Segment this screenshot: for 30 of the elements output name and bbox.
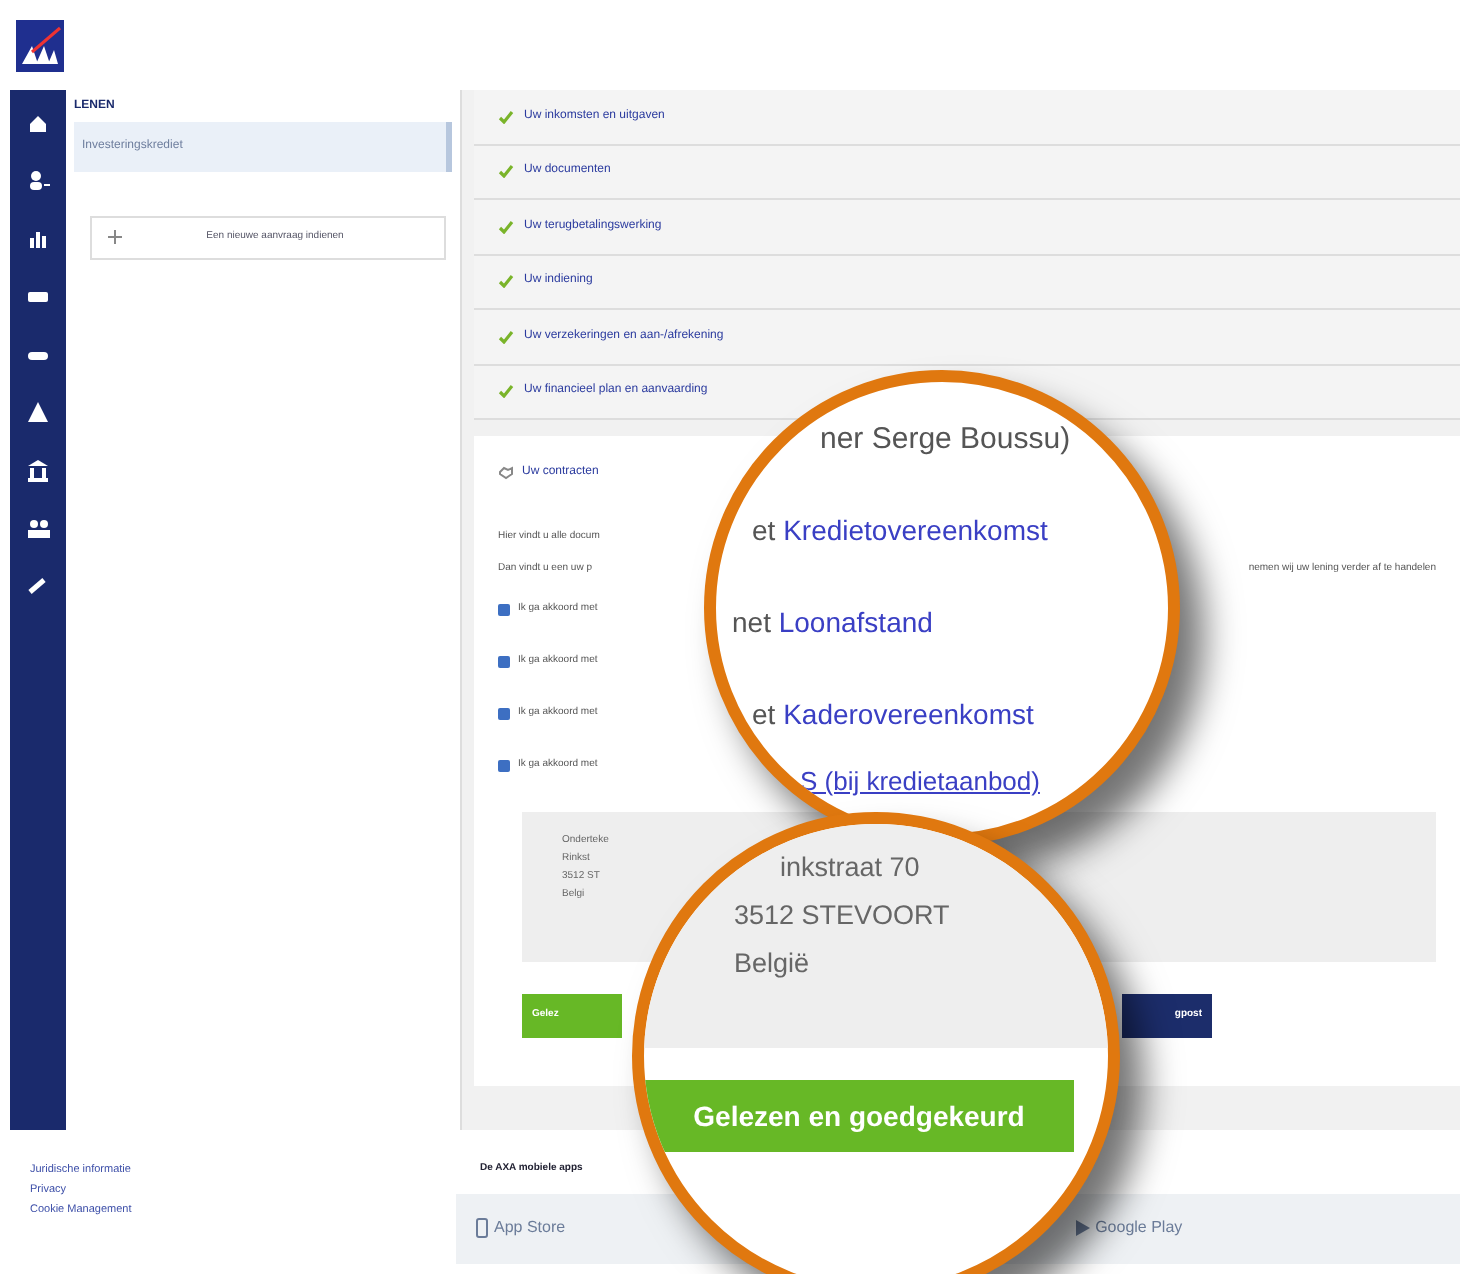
chart-icon[interactable]	[26, 226, 50, 250]
document-link[interactable]: Kaderovereenkomst	[783, 698, 1034, 730]
magnified-address-line: inkstraat 70	[780, 850, 920, 886]
link-icon[interactable]	[26, 574, 50, 598]
warning-icon[interactable]	[26, 400, 50, 424]
checkbox[interactable]	[498, 656, 510, 668]
home-icon[interactable]	[26, 110, 50, 134]
store-name: App Store	[494, 1216, 566, 1240]
magnified-text: ner Serge Boussu)	[820, 420, 1071, 460]
play-icon	[1075, 1220, 1090, 1236]
magnified-address-line: België	[734, 946, 810, 982]
logo-icon[interactable]	[16, 20, 64, 72]
magnified-text: et	[752, 514, 778, 546]
plus-icon	[108, 230, 122, 245]
checkbox[interactable]	[498, 708, 510, 720]
store-badge[interactable]: Google Play	[1075, 1216, 1183, 1240]
magnified-address-line: 3512 STEVOORT	[734, 898, 950, 934]
user-icon[interactable]	[26, 168, 50, 192]
checkbox[interactable]	[498, 604, 510, 616]
store-name: Google Play	[1095, 1216, 1183, 1240]
handshake-icon	[498, 466, 514, 480]
magnified-text: et	[752, 698, 778, 730]
phone-icon	[476, 1218, 488, 1238]
people-icon[interactable]	[26, 516, 50, 540]
document-link[interactable]: Loonafstand	[778, 606, 933, 638]
checkbox[interactable]	[498, 760, 510, 772]
magnified-text: net	[732, 606, 773, 638]
document-link[interactable]: Kredietovereenkomst	[783, 514, 1048, 546]
store-badge[interactable]: App Store	[476, 1216, 566, 1240]
bank-icon[interactable]	[26, 458, 50, 482]
